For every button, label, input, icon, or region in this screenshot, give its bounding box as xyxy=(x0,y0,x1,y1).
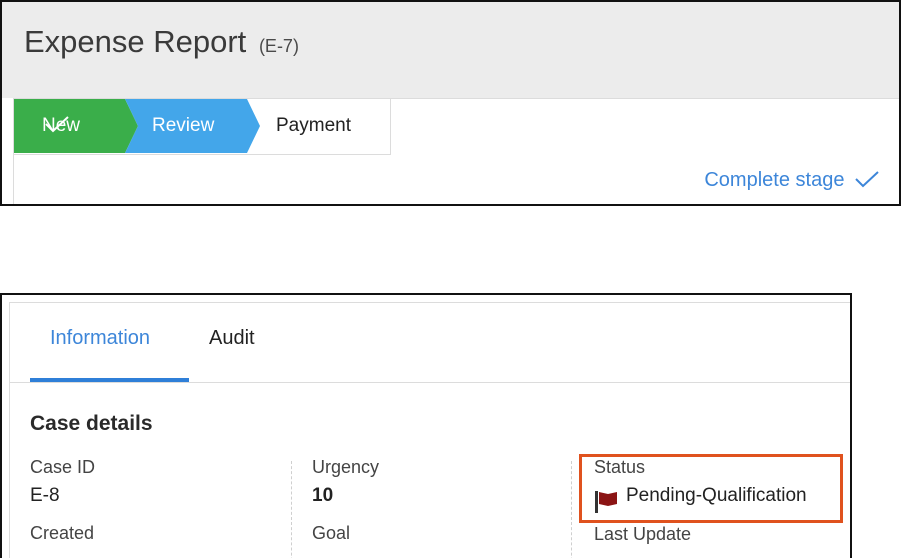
created-label: Created xyxy=(30,523,95,543)
check-icon xyxy=(45,116,69,133)
goal-label: Goal xyxy=(312,523,351,543)
last-update-label: Last Update xyxy=(594,524,692,544)
case-id-label: Case ID xyxy=(30,457,96,477)
section-title: Case details xyxy=(30,412,153,435)
stage-review-label: Review xyxy=(152,115,215,136)
stage-payment-label: Payment xyxy=(276,115,351,136)
urgency-label: Urgency xyxy=(312,457,380,477)
stage-review[interactable]: Review xyxy=(152,115,214,137)
case-header-bar: Expense Report (E-7) xyxy=(2,2,899,98)
flag-icon xyxy=(595,491,617,513)
check-icon xyxy=(855,171,879,188)
active-tab-indicator xyxy=(30,378,189,382)
column-divider xyxy=(291,461,292,558)
tab-information[interactable]: Information xyxy=(50,327,150,350)
case-id-value: E-8 xyxy=(30,485,60,506)
urgency-value: 10 xyxy=(312,485,334,506)
tab-bar: Information Audit xyxy=(10,303,850,383)
case-details-inner: Information Audit Case details Case ID E… xyxy=(9,302,850,558)
page: Expense Report (E-7) New Review Payment … xyxy=(0,0,901,558)
case-id-inline: (E-7) xyxy=(258,36,299,56)
status-label: Status xyxy=(594,457,646,477)
stage-payment[interactable]: Payment xyxy=(276,115,351,137)
complete-stage-label: Complete stage xyxy=(704,169,845,191)
status-value: Pending-Qualification xyxy=(626,485,807,506)
stage-chevrons: New Review Payment xyxy=(14,99,391,155)
complete-stage-button[interactable]: Complete stage xyxy=(704,169,880,192)
case-details-panel: Information Audit Case details Case ID E… xyxy=(0,293,852,558)
stage-new[interactable]: New xyxy=(42,115,80,137)
stage-area: New Review Payment Complete stage xyxy=(13,98,899,204)
column-divider xyxy=(571,461,572,558)
case-header-panel: Expense Report (E-7) New Review Payment … xyxy=(0,0,901,206)
tab-audit[interactable]: Audit xyxy=(209,327,255,350)
case-title-text: Expense Report xyxy=(24,24,247,59)
case-title: Expense Report (E-7) xyxy=(24,24,299,60)
